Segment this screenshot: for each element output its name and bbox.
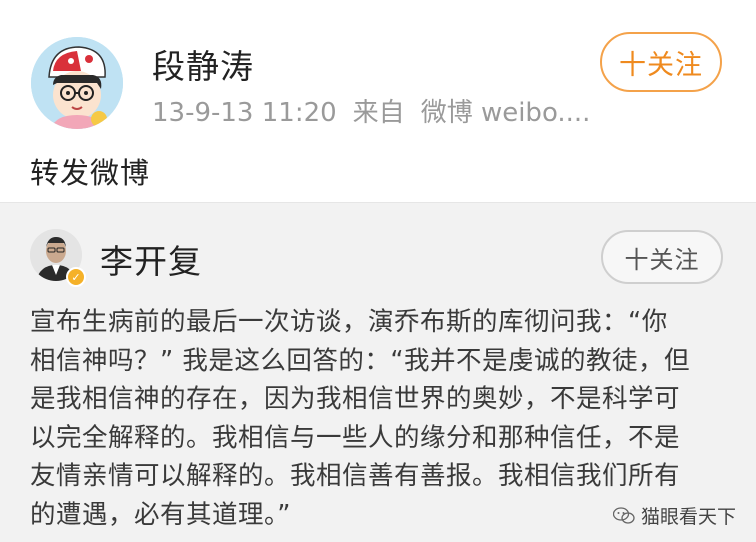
repost-body: 宣布生病前的最后一次访谈，演乔布斯的库彻问我：“你 相信神吗？” 我是这么回答的… [30,303,730,534]
post-timestamp: 13-9-13 11:20 [152,98,337,128]
verified-badge-icon: ✓ [66,267,86,287]
repost-line: 是我相信神的存在，因为我相信世界的奥妙，不是科学可 [30,384,681,414]
author-name[interactable]: 段静涛 [152,40,254,88]
repost-line: 以完全解释的。我相信与一些人的缘分和那种信任，不是 [30,422,681,453]
cartoon-avatar-icon [31,37,123,129]
post-meta: 13-9-13 11:20 来自 微博 weibo.... [152,92,606,129]
watermark: 猫眼看天下 [612,502,736,529]
watermark-text: 猫眼看天下 [640,506,736,528]
reposted-post[interactable]: ✓ 李开复 十关注 宣布生病前的最后一次访谈，演乔布斯的库彻问我：“你 相信神吗… [0,202,756,542]
weibo-post-screen: 段静涛 13-9-13 11:20 来自 微博 weibo.... 十关注 转发微博… [0,0,756,542]
avatar[interactable] [31,37,123,129]
post-text: 转发微博 [30,156,151,190]
repost-follow-button[interactable]: 十关注 [601,230,723,284]
repost-line: 相信神吗？” 我是这么回答的：“我并不是虔诚的教徒，但 [30,345,691,376]
repost-line: 宣布生病前的最后一次访谈，演乔布斯的库彻问我：“你 [30,307,668,337]
post-header: 段静涛 13-9-13 11:20 来自 微博 weibo.... 十关注 [0,0,756,140]
post-source[interactable]: 微博 weibo.... [421,98,591,128]
repost-line: 友情亲情可以解释的。我相信善有善报。我相信我们所有 [30,461,681,491]
follow-button[interactable]: 十关注 [600,32,722,92]
source-prefix: 来自 [352,98,405,128]
repost-author-name[interactable]: 李开复 [100,235,202,283]
wechat-bubble-icon [612,506,635,524]
